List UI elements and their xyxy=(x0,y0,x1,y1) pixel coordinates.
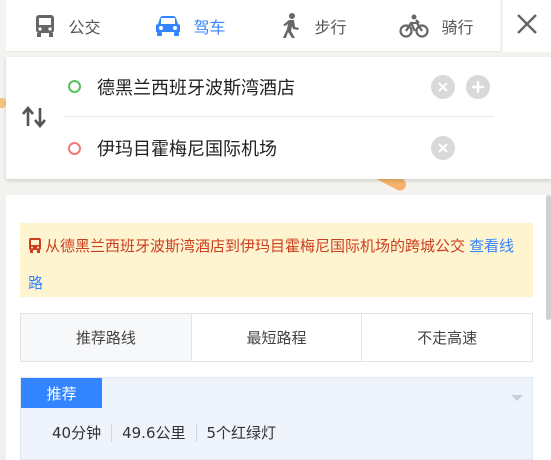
intercity-bus-notice: 从德黑兰西班牙波斯湾酒店到伊玛目霍梅尼国际机场的跨城公交 查看线路 xyxy=(20,223,533,297)
transport-mode-tabs: 公交 驾车 步行 骑行 xyxy=(6,0,500,52)
tab-car[interactable]: 驾车 xyxy=(129,0,252,52)
bus-icon xyxy=(28,231,42,266)
tab-bus-label: 公交 xyxy=(68,17,101,37)
tab-recommended-route[interactable]: 推荐路线 xyxy=(21,314,192,361)
route-results-panel: 从德黑兰西班牙波斯湾酒店到伊玛目霍梅尼国际机场的跨城公交 查看线路 推荐路线 最短… xyxy=(6,195,551,460)
bus-icon xyxy=(34,14,56,38)
tab-avoid-highways[interactable]: 不走高速 xyxy=(362,314,532,361)
close-button[interactable] xyxy=(503,0,551,52)
route-duration: 40分钟 xyxy=(52,424,113,442)
recommended-badge: 推荐 xyxy=(21,378,102,408)
tab-walk[interactable]: 步行 xyxy=(252,0,375,52)
bike-icon xyxy=(399,14,430,38)
end-dot-icon xyxy=(68,141,81,155)
start-dot-icon xyxy=(68,80,81,93)
close-icon xyxy=(516,13,538,39)
swap-arrows-icon xyxy=(21,105,47,132)
walk-icon xyxy=(280,12,302,39)
scrollbar[interactable] xyxy=(546,195,551,320)
traffic-light-count: 5个红绿灯 xyxy=(206,424,277,442)
expand-caret-icon[interactable] xyxy=(510,387,524,406)
car-icon xyxy=(155,15,181,37)
tab-car-label: 驾车 xyxy=(193,17,226,37)
swap-route-button[interactable] xyxy=(20,105,48,132)
notice-text: 从德黑兰西班牙波斯湾酒店到伊玛目霍梅尼国际机场的跨城公交 xyxy=(45,237,466,255)
tab-bike-label: 骑行 xyxy=(441,17,474,37)
clear-start-icon[interactable] xyxy=(431,75,455,99)
end-point-row[interactable]: 伊玛目霍梅尼国际机场 xyxy=(64,118,494,178)
route-stats: 40分钟 49.6公里 5个红绿灯 xyxy=(52,422,286,444)
add-waypoint-icon[interactable] xyxy=(466,75,490,99)
route-input-panel: 德黑兰西班牙波斯湾酒店 伊玛目霍梅尼国际机场 xyxy=(6,57,551,179)
clear-end-icon[interactable] xyxy=(431,136,455,160)
tab-bike[interactable]: 骑行 xyxy=(375,0,498,52)
route-distance: 49.6公里 xyxy=(112,424,197,442)
tab-bus[interactable]: 公交 xyxy=(6,0,129,52)
route-plan-card[interactable]: 推荐 40分钟 49.6公里 5个红绿灯 xyxy=(20,377,533,460)
route-preference-tabs: 推荐路线 最短路程 不走高速 xyxy=(20,313,533,362)
tab-shortest-distance[interactable]: 最短路程 xyxy=(192,314,363,361)
start-point-row[interactable]: 德黑兰西班牙波斯湾酒店 xyxy=(64,57,494,117)
tab-walk-label: 步行 xyxy=(314,17,347,37)
